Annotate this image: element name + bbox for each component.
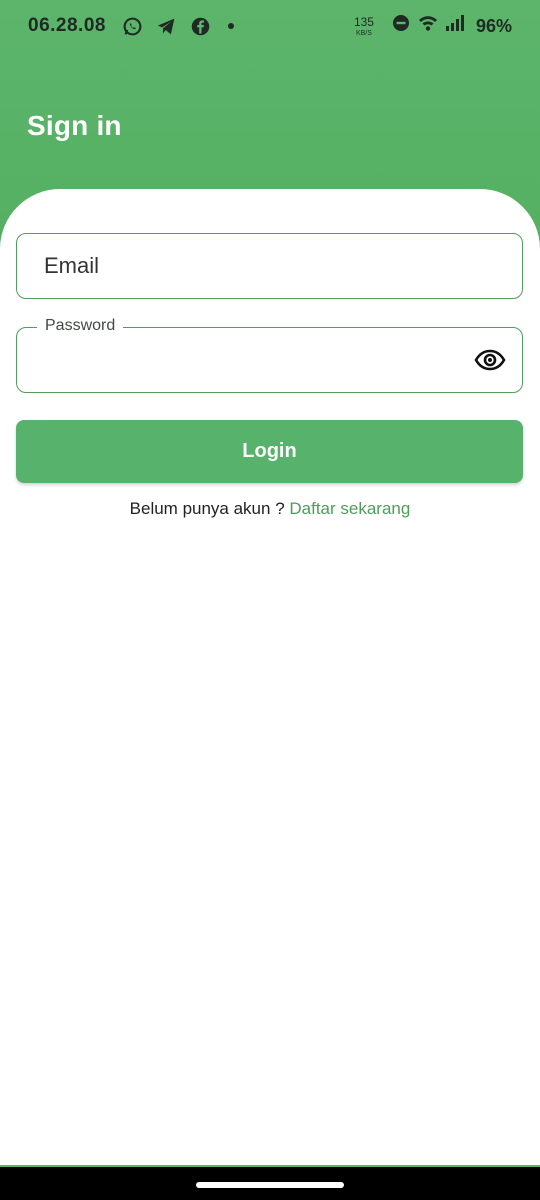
show-password-eye-icon[interactable] — [474, 346, 506, 374]
status-time: 06.28.08 — [28, 15, 106, 36]
network-speed-value: 135 — [353, 14, 374, 29]
network-speed: 135 KB/S — [354, 16, 374, 37]
telegram-icon — [156, 15, 178, 37]
status-right: 135 KB/S 96% — [354, 14, 512, 38]
login-button[interactable]: Login — [16, 420, 523, 483]
network-speed-unit: KB/S — [355, 29, 372, 37]
email-field[interactable]: Email — [16, 233, 523, 299]
more-notifications-dot — [227, 23, 234, 29]
facebook-icon — [190, 15, 212, 37]
status-bar: 06.28.08 135 KB/S 96% — [0, 0, 540, 52]
password-label: Password — [37, 317, 124, 335]
battery-level: 96% — [475, 15, 512, 36]
whatsapp-icon — [122, 15, 144, 37]
signup-link[interactable]: Daftar sekarang — [289, 499, 410, 518]
notification-icons — [122, 15, 234, 37]
password-field[interactable]: Password — [16, 317, 523, 393]
page-title: Sign in — [27, 110, 122, 141]
email-placeholder: Email — [44, 253, 100, 278]
home-indicator[interactable] — [196, 1182, 344, 1188]
wifi-icon — [418, 14, 438, 38]
navigation-bar — [0, 1165, 540, 1200]
signup-prompt: Belum punya akun ? Daftar sekarang — [0, 499, 540, 519]
signup-prompt-text: Belum punya akun ? — [129, 499, 290, 518]
do-not-disturb-icon — [392, 14, 410, 38]
signal-icon — [445, 15, 464, 37]
